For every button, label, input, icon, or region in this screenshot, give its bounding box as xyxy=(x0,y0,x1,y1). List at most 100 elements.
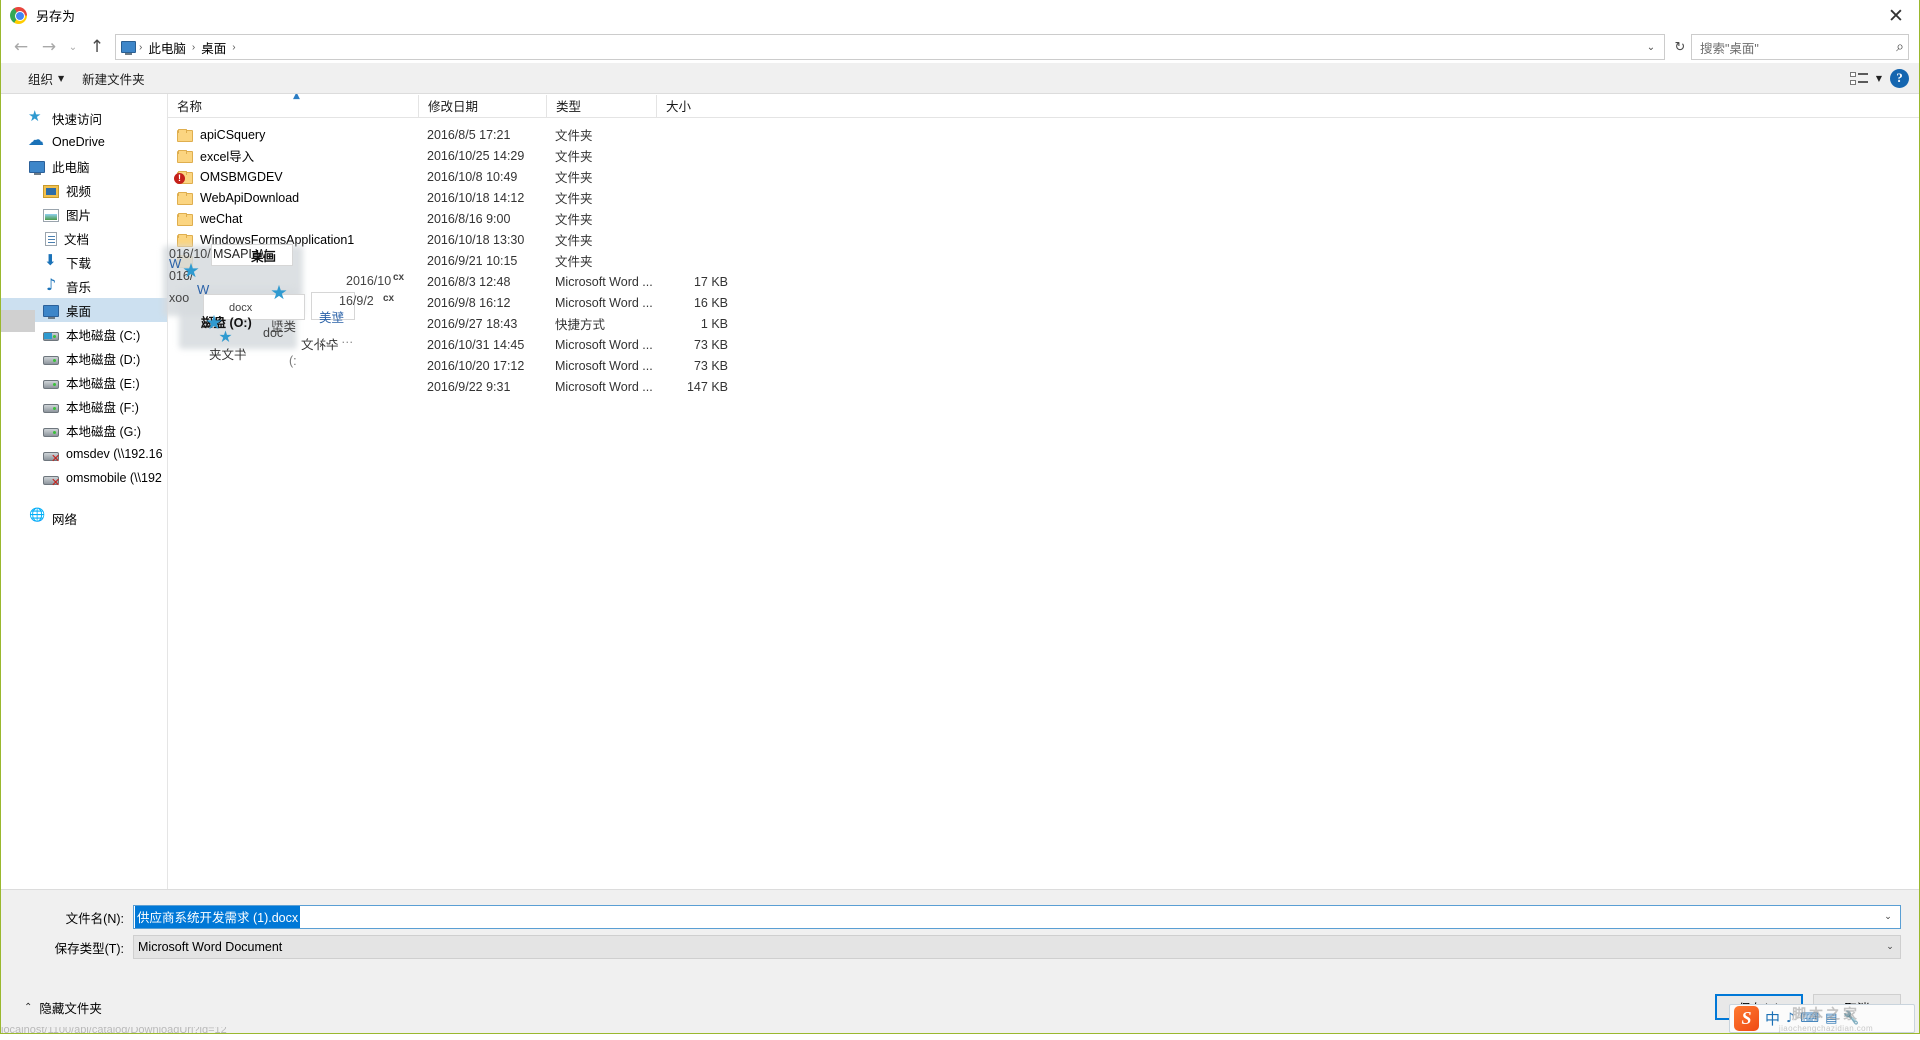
table-row[interactable]: 2016/10/31 14:45 Microsoft Word ... 73 K… xyxy=(168,334,1919,355)
table-row[interactable]: 2016/8/3 12:48 Microsoft Word ... 17 KB xyxy=(168,271,1919,292)
column-header-name[interactable]: ▲ 名称 xyxy=(168,95,418,117)
file-name-label: WindowsFormsApplication1 xyxy=(200,233,354,247)
sidebar-item-desktop[interactable]: 桌面 xyxy=(1,298,167,322)
sidebar-item-onedrive[interactable]: OneDrive xyxy=(1,130,167,154)
hide-folders-toggle[interactable]: ⌃ 隐藏文件夹 xyxy=(19,998,102,1017)
wrench-icon[interactable]: 🔧 xyxy=(1843,1011,1859,1026)
sidebar-item-music[interactable]: 音乐 xyxy=(1,274,167,298)
sidebar-item-quick-access[interactable]: 快速访问 xyxy=(1,106,167,130)
command-bar: 组织 ▼ 新建文件夹 ▼ ? xyxy=(1,63,1919,94)
file-name-label: WebApiDownload xyxy=(200,191,299,205)
sidebar-item-drive-d[interactable]: 本地磁盘 (D:) xyxy=(1,346,167,370)
folder-icon xyxy=(177,151,193,163)
network-drive-disconnected-icon xyxy=(43,452,59,461)
file-date-cell: 2016/10/31 14:45 xyxy=(418,338,546,352)
address-bar[interactable]: › 此电脑 › 桌面 › ⌄ xyxy=(115,34,1665,60)
column-header-type[interactable]: 类型 xyxy=(546,95,656,117)
forward-button[interactable]: → xyxy=(35,34,63,60)
sidebar-item-pictures[interactable]: 图片 xyxy=(1,202,167,226)
sidebar-item-label: 快速访问 xyxy=(52,109,102,128)
table-row[interactable]: OMSBMGDEV 2016/10/8 10:49 文件夹 xyxy=(168,166,1919,187)
table-row[interactable]: 2016/9/27 18:43 快捷方式 1 KB xyxy=(168,313,1919,334)
dialog-footer: ⌃ 隐藏文件夹 保存(S) 取消 S 中 ♪ ⌨ ▤ 🔧 脚本之家 jiaoch… xyxy=(1,981,1919,1033)
pictures-icon xyxy=(43,209,59,222)
table-row[interactable]: 2016/9/22 9:31 Microsoft Word ... 147 KB xyxy=(168,376,1919,397)
sidebar-item-drive-g[interactable]: 本地磁盘 (G:) xyxy=(1,418,167,442)
chevron-down-icon: ▼ xyxy=(58,74,64,83)
drive-c-icon xyxy=(43,332,59,341)
file-date-cell: 2016/9/22 9:31 xyxy=(418,380,546,394)
back-button[interactable]: ← xyxy=(7,34,35,60)
sidebar-item-drive-e[interactable]: 本地磁盘 (E:) xyxy=(1,370,167,394)
sidebar-item-documents[interactable]: 文档 xyxy=(1,226,167,250)
organize-label: 组织 xyxy=(28,69,53,88)
sidebar-item-label: 此电脑 xyxy=(52,157,90,176)
file-date-cell: 2016/8/5 17:21 xyxy=(418,128,546,142)
table-row[interactable]: apiCSquery 2016/8/5 17:21 文件夹 xyxy=(168,124,1919,145)
file-size-cell: 147 KB xyxy=(656,380,742,394)
help-icon[interactable]: ? xyxy=(1890,69,1909,88)
music-note-icon[interactable]: ♪ xyxy=(1786,1011,1794,1026)
table-row[interactable]: MSAPI.W 2016/9/21 10:15 文件夹 xyxy=(168,250,1919,271)
table-row[interactable]: excel导入 2016/10/25 14:29 文件夹 xyxy=(168,145,1919,166)
toolbox-icon[interactable]: ▤ xyxy=(1825,1011,1837,1026)
column-header-label: 修改日期 xyxy=(428,96,478,115)
recent-locations-button[interactable]: ⌄ xyxy=(63,34,83,60)
column-header-size[interactable]: 大小 xyxy=(656,95,742,117)
sidebar-item-label: 桌面 xyxy=(66,301,91,320)
file-type-cell: 文件夹 xyxy=(546,167,656,186)
view-layout-icon[interactable] xyxy=(1850,71,1868,86)
file-type-cell: Microsoft Word ... xyxy=(546,296,656,310)
column-header-label: 大小 xyxy=(666,96,691,115)
ime-mode-indicator[interactable]: 中 xyxy=(1765,1008,1780,1029)
file-date-cell: 2016/8/16 9:00 xyxy=(418,212,546,226)
column-header-date[interactable]: 修改日期 xyxy=(418,95,546,117)
sidebar-item-videos[interactable]: 视频 xyxy=(1,178,167,202)
navigation-pane: 快速访问 OneDrive 此电脑 视频 图片 文档 xyxy=(1,94,167,889)
sogou-logo-icon[interactable]: S xyxy=(1734,1006,1759,1031)
table-row[interactable]: WebApiDownload 2016/10/18 14:12 文件夹 xyxy=(168,187,1919,208)
sidebar-item-downloads[interactable]: 下载 xyxy=(1,250,167,274)
chevron-up-icon: ⌃ xyxy=(24,1002,32,1013)
table-row[interactable]: 2016/10/20 17:12 Microsoft Word ... 73 K… xyxy=(168,355,1919,376)
file-date-cell: 2016/9/27 18:43 xyxy=(418,317,546,331)
file-size-cell: 17 KB xyxy=(656,275,742,289)
sidebar-item-drive-f[interactable]: 本地磁盘 (F:) xyxy=(1,394,167,418)
sidebar-item-this-pc[interactable]: 此电脑 xyxy=(1,154,167,178)
file-date-cell: 2016/8/3 12:48 xyxy=(418,275,546,289)
breadcrumb-item-computer[interactable]: 此电脑 xyxy=(143,36,191,59)
up-button[interactable]: ↑ xyxy=(83,34,111,60)
filename-input[interactable]: 供应商系统开发需求 (1).docx ⌄ xyxy=(133,905,1901,929)
table-row[interactable]: 2016/9/8 16:12 Microsoft Word ... 16 KB xyxy=(168,292,1919,313)
desktop-icon xyxy=(43,305,59,317)
chevron-down-icon[interactable]: ⌄ xyxy=(1880,942,1900,952)
close-icon[interactable]: ✕ xyxy=(1873,0,1919,31)
savetype-select[interactable]: Microsoft Word Document ⌄ xyxy=(133,935,1901,959)
sidebar-item-omsmobile[interactable]: omsmobile (\\192 xyxy=(1,466,167,490)
computer-icon xyxy=(121,41,136,53)
chrome-icon xyxy=(10,7,27,24)
sidebar-item-drive-c[interactable]: 本地磁盘 (C:) xyxy=(1,322,167,346)
sogou-ime-toolbar[interactable]: S 中 ♪ ⌨ ▤ 🔧 xyxy=(1729,1004,1915,1033)
file-name-cell: OMSBMGDEV xyxy=(168,169,418,184)
breadcrumb-item-desktop[interactable]: 桌面 xyxy=(196,36,231,59)
chevron-down-icon[interactable]: ⌄ xyxy=(1640,35,1662,59)
sidebar-item-label: 视频 xyxy=(66,181,91,200)
file-name-label: OMSBMGDEV xyxy=(200,170,283,184)
sidebar-item-label: 本地磁盘 (E:) xyxy=(66,373,140,392)
sidebar-item-label: 下载 xyxy=(66,253,91,272)
search-input[interactable]: 搜索"桌面" ⌕ xyxy=(1691,34,1909,60)
chevron-down-icon[interactable]: ▼ xyxy=(1876,74,1882,83)
new-folder-button[interactable]: 新建文件夹 xyxy=(73,65,154,92)
breadcrumb-separator: › xyxy=(231,42,236,53)
sidebar-item-omsdev[interactable]: omsdev (\\192.16 xyxy=(1,442,167,466)
documents-icon xyxy=(45,232,57,246)
refresh-icon[interactable]: ↻ xyxy=(1669,35,1691,59)
keyboard-icon[interactable]: ⌨ xyxy=(1800,1011,1819,1026)
table-row[interactable]: weChat 2016/8/16 9:00 文件夹 xyxy=(168,208,1919,229)
organize-button[interactable]: 组织 ▼ xyxy=(19,65,73,92)
sidebar-item-network[interactable]: 网络 xyxy=(1,506,167,530)
table-row[interactable]: WindowsFormsApplication1 2016/10/18 13:3… xyxy=(168,229,1919,250)
title-bar: 另存为 ✕ xyxy=(1,0,1919,31)
chevron-down-icon[interactable]: ⌄ xyxy=(1878,912,1898,922)
